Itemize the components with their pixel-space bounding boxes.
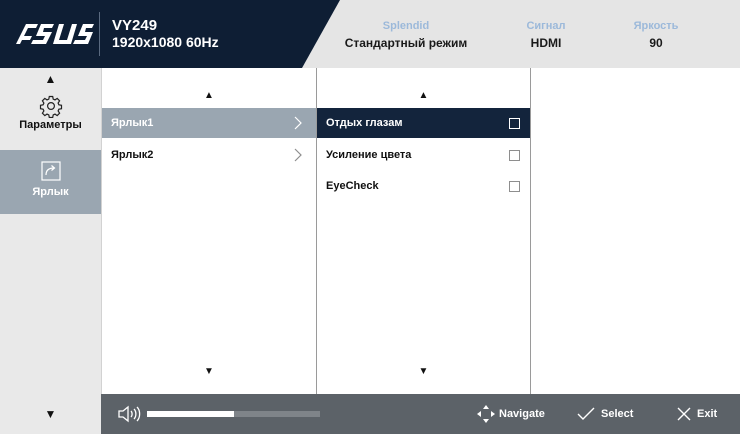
- nav-item-settings[interactable]: Параметры: [0, 94, 101, 148]
- checkbox[interactable]: [509, 118, 520, 129]
- chevron-right-icon: [294, 116, 302, 130]
- splendid-status: Splendid Стандартный режим: [336, 20, 476, 51]
- signal-status: Сигнал HDMI: [506, 20, 586, 51]
- scroll-down-icon[interactable]: ▼: [317, 366, 530, 377]
- select-button[interactable]: Select: [577, 394, 647, 434]
- submenu-options: ▲ Отдых глазам Усиление цвета EyeCheck ▼: [316, 68, 530, 394]
- option-eyecheck[interactable]: EyeCheck: [317, 171, 530, 201]
- list-item-shortcut1[interactable]: Ярлык1: [102, 108, 316, 138]
- brightness-label: Яркость: [633, 20, 679, 32]
- brightness-value: 90: [649, 36, 663, 50]
- nav-item-label: Параметры: [19, 119, 82, 131]
- checkmark-icon: [577, 407, 595, 420]
- gear-icon: [39, 95, 62, 118]
- checkbox[interactable]: [509, 150, 520, 161]
- navigate-button[interactable]: Navigate: [477, 394, 563, 434]
- exit-label: Exit: [697, 408, 718, 420]
- scroll-up-icon[interactable]: ▲: [317, 90, 530, 101]
- volume-slider[interactable]: [147, 411, 320, 417]
- navigate-label: Navigate: [499, 408, 545, 420]
- nav-item-shortcut[interactable]: Ярлык: [0, 150, 101, 214]
- volume-fill: [147, 411, 234, 417]
- checkbox[interactable]: [509, 181, 520, 192]
- brightness-status: Яркость 90: [616, 20, 696, 51]
- option-color-boost[interactable]: Усиление цвета: [317, 140, 530, 170]
- shortcut-icon: [40, 161, 61, 181]
- option-label: EyeCheck: [326, 180, 379, 192]
- footer-bar: Navigate Select Exit: [101, 394, 740, 434]
- nav-scroll-up-icon[interactable]: ▲: [0, 72, 101, 86]
- splendid-label: Splendid: [382, 20, 430, 32]
- nav-scroll-down-icon[interactable]: ▼: [0, 394, 101, 434]
- exit-button[interactable]: Exit: [677, 394, 727, 434]
- scroll-down-icon[interactable]: ▼: [102, 366, 316, 377]
- option-eye-rest[interactable]: Отдых глазам: [317, 108, 530, 138]
- osd-header: VY249 1920x1080 60Hz Splendid Стандартны…: [0, 0, 740, 68]
- asus-logo: [16, 24, 94, 44]
- osd-footer: ▼ Navigate Select Exit: [0, 394, 740, 434]
- logo-divider: [99, 12, 100, 56]
- chevron-right-icon: [294, 148, 302, 162]
- list-item-label: Ярлык2: [111, 149, 154, 161]
- resolution-info: 1920x1080 60Hz: [112, 34, 219, 50]
- option-label: Усиление цвета: [326, 149, 412, 161]
- scroll-up-icon[interactable]: ▲: [102, 90, 316, 101]
- navigate-icon: [477, 405, 495, 423]
- select-label: Select: [601, 408, 634, 420]
- speaker-icon: [118, 405, 141, 423]
- splendid-value: Стандартный режим: [344, 36, 468, 50]
- close-icon: [677, 407, 691, 421]
- signal-value: HDMI: [530, 36, 562, 50]
- option-label: Отдых глазам: [326, 117, 403, 129]
- model-name: VY249: [112, 17, 158, 34]
- signal-label: Сигнал: [526, 20, 566, 32]
- detail-panel: [530, 68, 740, 394]
- main-nav: ▲ Параметры Ярлык: [0, 68, 101, 394]
- list-item-label: Ярлык1: [111, 117, 154, 129]
- submenu-shortcut: ▲ Ярлык1 Ярлык2 ▼: [101, 68, 316, 394]
- nav-item-label: Ярлык: [32, 186, 69, 198]
- list-item-shortcut2[interactable]: Ярлык2: [102, 140, 316, 170]
